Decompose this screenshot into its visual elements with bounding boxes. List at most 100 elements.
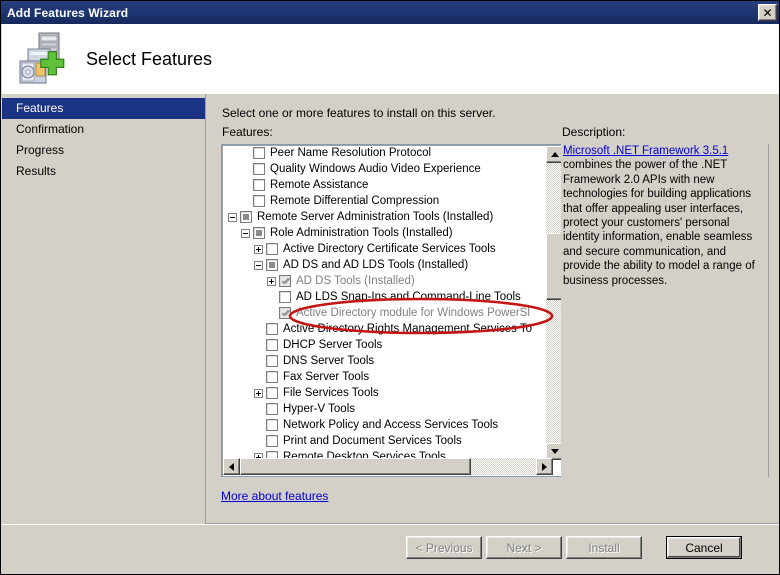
features-label: Features: <box>222 125 273 139</box>
tree-item-label: AD DS Tools (Installed) <box>296 275 415 287</box>
dotnet-framework-link[interactable]: Microsoft .NET Framework 3.5.1 <box>563 145 728 157</box>
tree-row[interactable]: DNS Server Tools <box>222 353 547 369</box>
collapse-icon[interactable] <box>241 228 250 238</box>
main-panel: Select one or more features to install o… <box>207 94 779 524</box>
feature-checkbox[interactable] <box>266 387 278 399</box>
feature-checkbox[interactable] <box>266 435 278 447</box>
tree-row[interactable]: Quality Windows Audio Video Experience <box>222 161 547 177</box>
previous-button[interactable]: < Previous <box>406 536 482 559</box>
tree-row[interactable]: Active Directory module for Windows Powe… <box>222 305 547 321</box>
feature-checkbox[interactable] <box>253 195 265 207</box>
feature-checkbox[interactable] <box>266 403 278 415</box>
expand-icon[interactable] <box>254 244 263 254</box>
tree-item-label: Quality Windows Audio Video Experience <box>270 163 481 175</box>
feature-checkbox[interactable] <box>266 323 278 335</box>
feature-checkbox[interactable] <box>279 307 291 319</box>
feature-checkbox[interactable] <box>266 259 278 271</box>
tree-row[interactable]: DHCP Server Tools <box>222 337 547 353</box>
feature-checkbox[interactable] <box>253 227 265 239</box>
feature-checkbox[interactable] <box>253 147 265 159</box>
feature-checkbox[interactable] <box>279 275 291 287</box>
tree-row[interactable]: Hyper-V Tools <box>222 401 547 417</box>
window-title: Add Features Wizard <box>7 5 129 20</box>
tree-row[interactable]: Peer Name Resolution Protocol <box>222 145 547 161</box>
tree-item-label: Remote Server Administration Tools (Inst… <box>257 211 494 223</box>
tree-item-label: Peer Name Resolution Protocol <box>270 147 432 159</box>
tree-item-label: Remote Assistance <box>270 179 369 191</box>
description-label: Description: <box>562 125 626 139</box>
collapse-icon[interactable] <box>228 212 237 222</box>
sidebar-item-confirmation[interactable]: Confirmation <box>2 119 205 140</box>
tree-item-label: DNS Server Tools <box>283 355 375 367</box>
wizard-footer: < Previous Next > Install Cancel <box>2 524 779 574</box>
feature-checkbox[interactable] <box>253 179 265 191</box>
tree-row[interactable]: Active Directory Rights Management Servi… <box>222 321 547 337</box>
tree-row[interactable]: Active Directory Certificate Services To… <box>222 241 547 257</box>
tree-row[interactable]: File Services Tools <box>222 385 547 401</box>
more-about-features-link[interactable]: More about features <box>221 489 328 503</box>
tree-item-label: Role Administration Tools (Installed) <box>270 227 453 239</box>
tree-horizontal-scrollbar[interactable] <box>223 458 553 475</box>
tree-row[interactable]: Print and Document Services Tools <box>222 433 547 449</box>
feature-checkbox[interactable] <box>266 355 278 367</box>
tree-hscroll-thumb[interactable] <box>240 458 471 475</box>
tree-row[interactable]: Remote Assistance <box>222 177 547 193</box>
tree-row[interactable]: Remote Differential Compression <box>222 193 547 209</box>
scroll-right-button[interactable] <box>536 458 553 475</box>
feature-checkbox[interactable] <box>253 163 265 175</box>
feature-checkbox[interactable] <box>266 419 278 431</box>
collapse-icon[interactable] <box>254 260 263 270</box>
sidebar-item-features[interactable]: Features <box>2 98 205 119</box>
description-panel: Microsoft .NET Framework 3.5.1 combines … <box>561 144 769 477</box>
server-add-icon <box>12 31 74 87</box>
tree-item-label: Hyper-V Tools <box>283 403 356 415</box>
chevron-left-icon <box>229 462 234 471</box>
description-body: combines the power of the .NET Framework… <box>563 159 755 287</box>
cancel-button[interactable]: Cancel <box>666 536 742 559</box>
instruction-text: Select one or more features to install o… <box>222 106 496 120</box>
next-button[interactable]: Next > <box>486 536 562 559</box>
title-bar: Add Features Wizard ✕ <box>1 1 779 24</box>
tree-row[interactable]: AD DS Tools (Installed) <box>222 273 547 289</box>
tree-item-label: Active Directory Certificate Services To… <box>283 243 496 255</box>
tree-row[interactable]: Network Policy and Access Services Tools <box>222 417 547 433</box>
tree-row[interactable]: Role Administration Tools (Installed) <box>222 225 547 241</box>
tree-item-label: Network Policy and Access Services Tools <box>283 419 499 431</box>
chevron-right-icon <box>542 462 547 471</box>
tree-row[interactable]: AD DS and AD LDS Tools (Installed) <box>222 257 547 273</box>
feature-checkbox[interactable] <box>279 291 291 303</box>
install-button[interactable]: Install <box>566 536 642 559</box>
scroll-left-button[interactable] <box>223 458 240 475</box>
sidebar-item-progress[interactable]: Progress <box>2 140 205 161</box>
tree-row[interactable]: AD LDS Snap-Ins and Command-Line Tools <box>222 289 547 305</box>
close-icon[interactable]: ✕ <box>758 4 777 21</box>
feature-checkbox[interactable] <box>240 211 252 223</box>
tree-item-label: AD LDS Snap-Ins and Command-Line Tools <box>296 291 521 303</box>
tree-item-label: Active Directory Rights Management Servi… <box>283 323 533 335</box>
page-title: Select Features <box>86 48 213 69</box>
expand-icon[interactable] <box>254 388 263 398</box>
add-features-wizard-window: Add Features Wizard ✕ Select Features Fe… <box>0 0 780 575</box>
tree-row[interactable]: Remote Server Administration Tools (Inst… <box>222 209 547 225</box>
feature-checkbox[interactable] <box>266 339 278 351</box>
tree-row[interactable]: Fax Server Tools <box>222 369 547 385</box>
features-tree[interactable]: Peer Name Resolution Protocol Quality Win… <box>221 144 565 477</box>
wizard-banner: Select Features <box>2 24 779 94</box>
tree-item-label: File Services Tools <box>283 387 379 399</box>
feature-checkbox[interactable] <box>266 243 278 255</box>
sidebar-item-results[interactable]: Results <box>2 161 205 182</box>
tree-item-label: Print and Document Services Tools <box>283 435 462 447</box>
feature-checkbox[interactable] <box>266 371 278 383</box>
chevron-down-icon <box>550 449 559 454</box>
expand-icon[interactable] <box>267 276 276 286</box>
